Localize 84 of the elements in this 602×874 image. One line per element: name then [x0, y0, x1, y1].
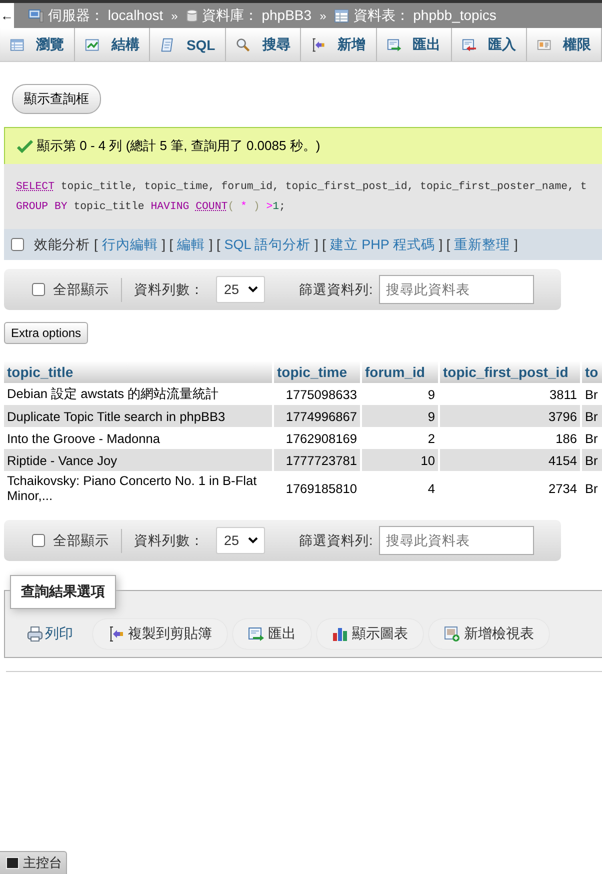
- rows-dropdown[interactable]: 25: [216, 527, 265, 554]
- show-all-checkbox[interactable]: [32, 283, 45, 296]
- export-icon: [386, 36, 401, 52]
- check-icon: [17, 139, 33, 153]
- table-cell: Br: [582, 449, 602, 471]
- back-button[interactable]: ←: [0, 3, 14, 28]
- table-cell: Duplicate Topic Title search in phpBB3: [4, 405, 272, 427]
- profiling-checkbox[interactable]: [11, 238, 24, 251]
- message-text: 顯示第 0 - 4 列 (總計 5 筆, 查詢用了 0.0085 秒。): [37, 137, 320, 155]
- filter-label: 篩選資料列:: [299, 532, 373, 550]
- database-icon: [186, 8, 198, 22]
- breadcrumb-link[interactable]: 伺服器： localhost: [48, 6, 164, 24]
- table-cell: 9: [362, 405, 438, 427]
- sql-query: SELECT topic_title, topic_time, forum_id, topic_first_post_id, topic_first_poster_name, t GROUP BY topic_title HAVING COUNT( * ) >1;: [16, 180, 587, 215]
- column-header[interactable]: to: [582, 361, 602, 383]
- structure-icon: [85, 36, 100, 52]
- print-link[interactable]: 列印: [19, 619, 87, 649]
- action-button[interactable]: 新增檢視表: [429, 619, 549, 649]
- bar-chart-icon: [332, 626, 348, 642]
- column-header[interactable]: topic_title: [4, 361, 272, 383]
- rows-label: 資料列數：: [134, 280, 204, 298]
- panel-legend: 查詢結果選項: [10, 575, 116, 609]
- action-link[interactable]: 編輯: [177, 236, 206, 254]
- show-all-label: 全部顯示: [53, 280, 109, 298]
- rows-label: 資料列數：: [134, 532, 204, 550]
- breadcrumb-link[interactable]: 資料庫： phpBB3: [202, 6, 312, 24]
- table-cell: 1777723781: [274, 449, 360, 471]
- add-view-icon: [444, 626, 460, 642]
- insert-icon: [108, 626, 124, 642]
- tab[interactable]: 匯出: [376, 28, 452, 61]
- bracket-text: ]: [514, 237, 518, 252]
- bracket-text: ] [: [438, 237, 450, 252]
- table-cell: 4154: [440, 449, 580, 471]
- action-link[interactable]: 重新整理: [454, 236, 510, 254]
- printer-icon: [27, 626, 43, 642]
- terminal-icon: [6, 857, 19, 869]
- action-link[interactable]: 行內編輯: [102, 236, 158, 254]
- action-button[interactable]: 匯出: [233, 619, 311, 649]
- column-header[interactable]: forum_id: [362, 361, 438, 383]
- bracket-text: [: [94, 237, 98, 252]
- tab[interactable]: 搜尋: [226, 28, 302, 61]
- tab[interactable]: 匯入: [452, 28, 527, 61]
- breadcrumb-separator: »: [320, 8, 326, 22]
- profiling-label: 效能分析: [34, 236, 90, 254]
- action-button[interactable]: 複製到剪貼簿: [93, 619, 227, 649]
- chevron-icon: [248, 286, 258, 293]
- tab[interactable]: 權限: [526, 28, 602, 61]
- table-cell: 1774996867: [274, 405, 360, 427]
- tab[interactable]: 結構: [75, 28, 150, 61]
- server-icon: [28, 8, 44, 22]
- table-cell: 3796: [440, 405, 580, 427]
- bracket-text: ] [: [314, 237, 326, 252]
- column-header[interactable]: topic_time: [274, 361, 360, 383]
- action-button[interactable]: 顯示圖表: [317, 619, 423, 649]
- import-icon: [462, 36, 476, 52]
- tab[interactable]: 瀏覽: [0, 28, 76, 61]
- table-icon: [334, 8, 350, 22]
- table-icon: [10, 36, 24, 52]
- show-query-button[interactable]: 顯示查詢框: [12, 84, 101, 114]
- table-cell: Riptide - Vance Joy: [4, 449, 272, 471]
- column-header[interactable]: topic_first_post_id: [440, 361, 580, 383]
- console-tab[interactable]: 主控台: [0, 851, 67, 874]
- filter-field[interactable]: 搜尋此資料表: [378, 275, 534, 304]
- breadcrumb-separator: »: [171, 8, 178, 22]
- insert-icon: [311, 36, 326, 52]
- filter-field[interactable]: 搜尋此資料表: [378, 526, 534, 555]
- extra-options-button[interactable]: Extra options: [4, 322, 88, 344]
- table-cell: Br: [582, 405, 602, 427]
- chevron-icon: [248, 537, 258, 544]
- search-icon: [236, 36, 250, 52]
- export-icon: [248, 626, 264, 642]
- bracket-text: ] [: [162, 237, 174, 252]
- rows-dropdown[interactable]: 25: [216, 276, 265, 303]
- tab[interactable]: 新增: [301, 28, 377, 61]
- show-all-checkbox[interactable]: [32, 534, 45, 547]
- bracket-text: ] [: [209, 237, 220, 252]
- filter-label: 篩選資料列:: [299, 280, 373, 298]
- action-link[interactable]: 建立 PHP 程式碼: [330, 236, 435, 254]
- action-link[interactable]: SQL 語句分析: [224, 236, 311, 254]
- scroll-icon: [160, 36, 174, 52]
- show-all-label: 全部顯示: [53, 532, 109, 550]
- breadcrumb-link[interactable]: 資料表： phpbb_topics: [353, 6, 496, 24]
- tab[interactable]: SQL: [150, 28, 226, 61]
- table-cell: 10: [362, 449, 438, 471]
